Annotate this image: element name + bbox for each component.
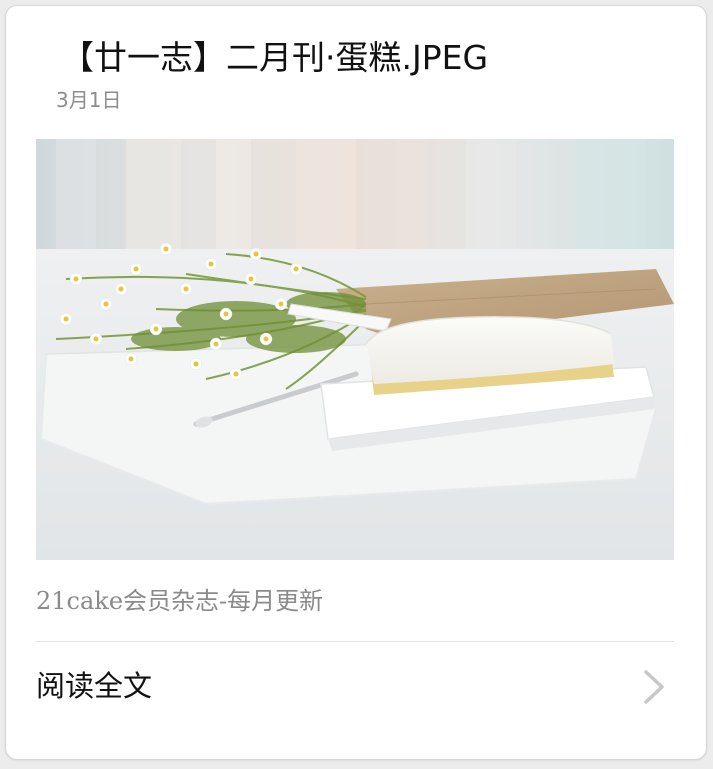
article-card[interactable]: 【廿一志】二月刊·蛋糕.JPEG 3月1日 21cake会员杂志-每月更新 阅读… — [5, 5, 707, 760]
article-title[interactable]: 【廿一志】二月刊·蛋糕.JPEG — [61, 36, 681, 80]
cover-image[interactable] — [36, 139, 674, 560]
cake-photo-illustration — [36, 139, 674, 560]
article-digest: 21cake会员杂志-每月更新 — [36, 587, 324, 615]
article-date: 3月1日 — [56, 88, 122, 112]
chevron-right-icon — [638, 666, 670, 708]
read-more-label: 阅读全文 — [36, 669, 153, 703]
read-more-button[interactable]: 阅读全文 — [6, 642, 706, 732]
